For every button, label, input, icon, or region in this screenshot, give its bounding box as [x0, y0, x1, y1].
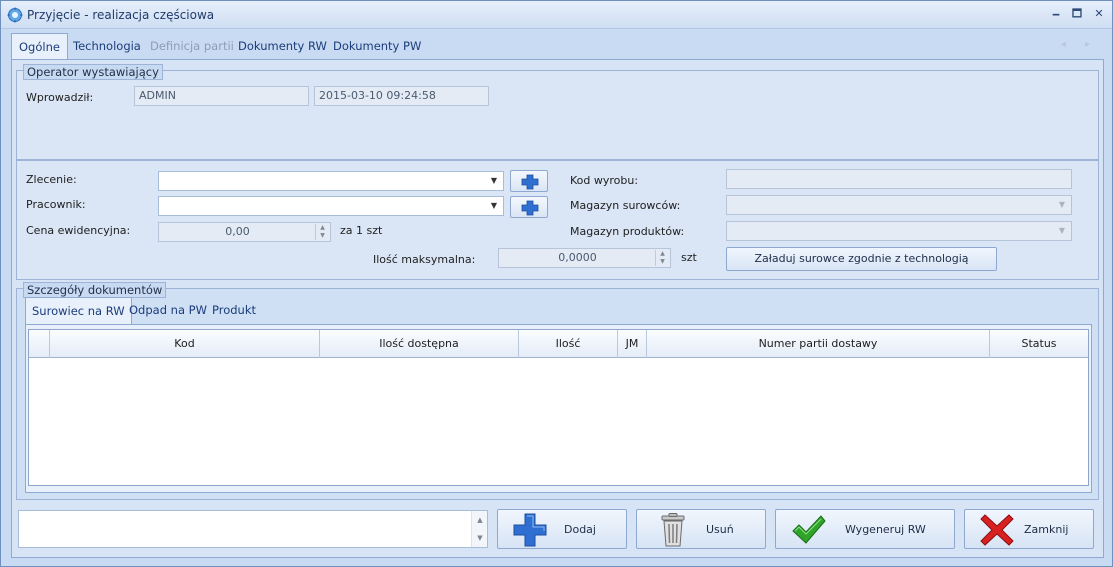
close-window-button[interactable]: ✕ [1089, 5, 1109, 23]
tab-odpad-na-pw[interactable]: Odpad na PW [123, 297, 213, 324]
grid-header: Kod Ilość dostępna Ilość JM Numer partii… [29, 330, 1088, 358]
main-window: Przyjęcie - realizacja częściowa 🗕 🗖 ✕ O… [0, 0, 1113, 567]
operator-group: Operator wystawiający Wprowadził: ADMIN … [16, 64, 1099, 160]
product-warehouse-label: Magazyn produktów: [570, 225, 685, 238]
order-dropdown[interactable]: ▼ [158, 171, 504, 191]
row-indicator-header [29, 330, 50, 358]
worker-label: Pracownik: [26, 198, 86, 211]
chevron-down-icon[interactable]: ▼ [487, 174, 501, 188]
add-worker-button[interactable] [510, 196, 548, 218]
tab-dokumenty-pw[interactable]: Dokumenty PW [326, 33, 428, 60]
window-title: Przyjęcie - realizacja częściowa [27, 8, 215, 22]
close-button[interactable]: Zamknij [964, 509, 1094, 549]
order-label: Zlecenie: [26, 173, 77, 186]
col-ilosc-dostepna[interactable]: Ilość dostępna [320, 330, 519, 358]
entered-by-label: Wprowadził: [26, 91, 94, 104]
col-kod[interactable]: Kod [50, 330, 320, 358]
product-code-field [726, 169, 1072, 189]
spin-arrows-icon[interactable]: ▲ ▼ [655, 250, 669, 266]
spin-arrows-icon[interactable]: ▲ ▼ [315, 224, 329, 240]
chevron-down-icon[interactable]: ▼ [487, 199, 501, 213]
product-code-label: Kod wyrobu: [570, 174, 639, 187]
price-value: 0,00 [225, 225, 250, 238]
details-group-title: Szczegóły dokumentów [23, 282, 167, 298]
tab-surowiec-na-rw[interactable]: Surowiec na RW [25, 297, 132, 325]
col-ilosc[interactable]: Ilość [519, 330, 618, 358]
price-spinner[interactable]: 0,00 ▲ ▼ [158, 222, 331, 242]
scroll-up-icon[interactable]: ▲ [472, 516, 488, 524]
raw-warehouse-dropdown[interactable]: ▼ [726, 195, 1072, 215]
col-numer-partii[interactable]: Numer partii dostawy [647, 330, 990, 358]
entered-by-field: ADMIN [134, 86, 309, 106]
tab-page-ogolne: Operator wystawiający Wprowadził: ADMIN … [11, 59, 1104, 558]
close-x-icon [980, 514, 1014, 546]
price-label: Cena ewidencyjna: [26, 224, 131, 237]
max-qty-unit-label: szt [681, 251, 697, 264]
col-status[interactable]: Status [990, 330, 1088, 358]
generate-rw-label: Wygeneruj RW [845, 523, 926, 536]
generate-rw-button[interactable]: Wygeneruj RW [775, 509, 955, 549]
max-qty-spinner[interactable]: 0,0000 ▲ ▼ [498, 248, 671, 268]
tab-technologia[interactable]: Technologia [66, 33, 148, 60]
materials-grid[interactable]: Kod Ilość dostępna Ilość JM Numer partii… [28, 329, 1089, 486]
entered-date-field: 2015-03-10 09:24:58 [314, 86, 489, 106]
max-qty-label: Ilość maksymalna: [373, 253, 476, 266]
remove-button-label: Usuń [706, 523, 734, 536]
add-button-label: Dodaj [564, 523, 596, 536]
price-unit-label: za 1 szt [340, 224, 383, 237]
tab-ogolne[interactable]: Ogólne [11, 33, 68, 61]
app-gear-icon [7, 7, 23, 23]
max-qty-value: 0,0000 [558, 251, 597, 264]
add-order-button[interactable] [510, 170, 548, 192]
add-button[interactable]: Dodaj [497, 509, 627, 549]
note-scrollbar[interactable]: ▲ ▼ [471, 511, 487, 547]
plus-icon [521, 174, 539, 190]
title-bar: Przyjęcie - realizacja częściowa 🗕 🗖 ✕ [1, 1, 1112, 29]
details-group: Szczegóły dokumentów Surowiec na RW Odpa… [16, 282, 1099, 500]
note-textarea[interactable]: ▲ ▼ [18, 510, 488, 548]
operator-group-title: Operator wystawiający [23, 64, 163, 80]
close-button-label: Zamknij [1024, 523, 1069, 536]
scroll-down-icon[interactable]: ▼ [472, 534, 488, 542]
load-materials-button[interactable]: Załaduj surowce zgodnie z technologią [726, 247, 997, 271]
tab-definicja-partii[interactable]: Definicja partii [143, 33, 241, 60]
checkmark-icon [792, 515, 826, 544]
maximize-button[interactable]: 🗖 [1067, 5, 1087, 23]
tab-produkt[interactable]: Produkt [206, 297, 262, 324]
tab-scroll-arrows-icon[interactable]: ◂ ▸ [1061, 39, 1098, 50]
tab-dokumenty-rw[interactable]: Dokumenty RW [231, 33, 334, 60]
plus-icon [521, 200, 539, 216]
remove-button[interactable]: Usuń [636, 509, 766, 549]
product-warehouse-dropdown[interactable]: ▼ [726, 221, 1072, 241]
chevron-down-icon[interactable]: ▼ [1055, 224, 1069, 238]
order-form-group: Zlecenie: ▼ Pracownik: ▼ Cena ewidencyjn… [16, 160, 1099, 280]
worker-dropdown[interactable]: ▼ [158, 196, 504, 216]
details-tab-page: Kod Ilość dostępna Ilość JM Numer partii… [25, 324, 1092, 493]
raw-warehouse-label: Magazyn surowców: [570, 199, 681, 212]
minimize-button[interactable]: 🗕 [1046, 5, 1066, 23]
trash-icon [661, 513, 685, 547]
plus-icon [513, 513, 547, 547]
chevron-down-icon[interactable]: ▼ [1055, 198, 1069, 212]
col-jm[interactable]: JM [618, 330, 647, 358]
